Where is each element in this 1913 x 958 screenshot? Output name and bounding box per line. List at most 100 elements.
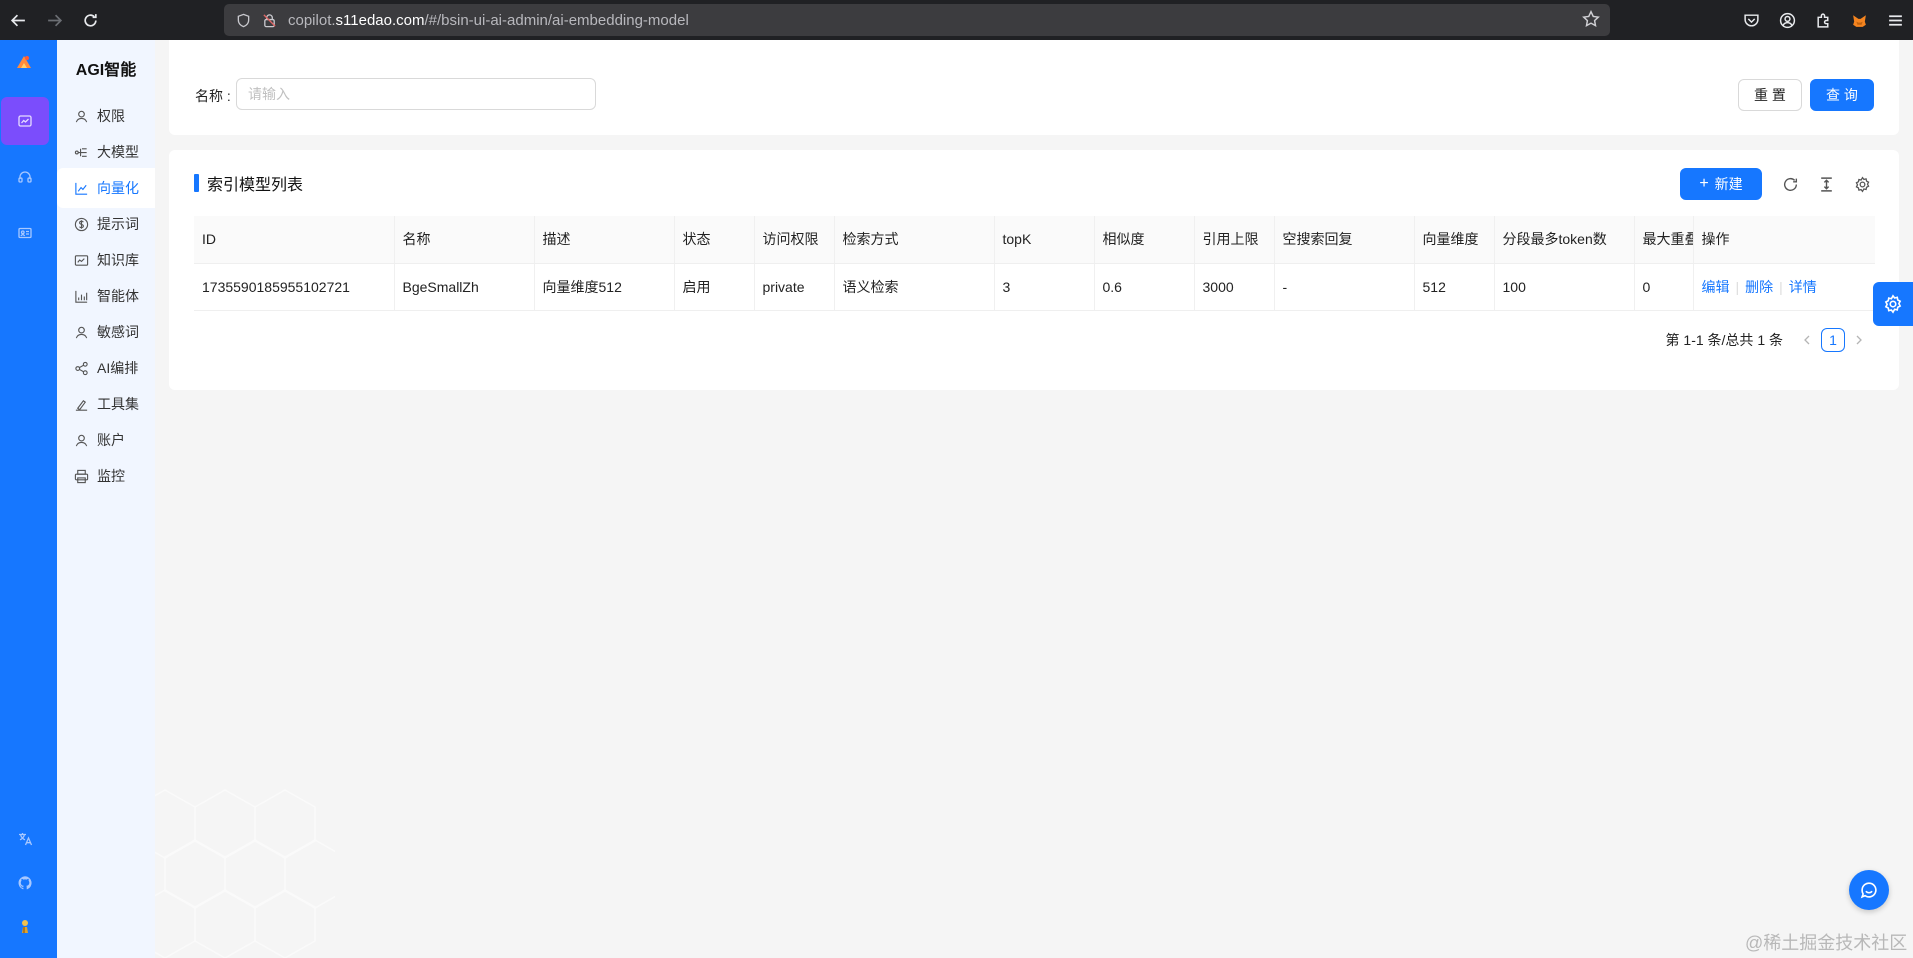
- query-button[interactable]: 查 询: [1810, 79, 1874, 111]
- cell-topk: 3: [994, 263, 1095, 311]
- user-avatar-icon[interactable]: [10, 911, 40, 941]
- column-header[interactable]: 相似度: [1094, 216, 1195, 264]
- menu-item-knowledge-base[interactable]: 知识库: [57, 240, 155, 280]
- rail-ai-icon[interactable]: [1, 97, 49, 145]
- cell-empty-reply: -: [1274, 263, 1415, 311]
- app-rail: [0, 40, 57, 958]
- cell-name: BgeSmallZh: [394, 263, 535, 311]
- cell-similarity: 0.6: [1094, 263, 1195, 311]
- translate-icon[interactable]: [10, 824, 40, 854]
- column-header[interactable]: 空搜索回复: [1274, 216, 1415, 264]
- table-row: 1735590185955102721 BgeSmallZh 向量维度512 启…: [194, 263, 1875, 311]
- menu-title: AGI智能: [75, 62, 137, 79]
- flow-icon: [73, 144, 89, 160]
- page-number[interactable]: 1: [1821, 328, 1845, 352]
- user-icon: [73, 108, 89, 124]
- share-icon: [73, 360, 89, 376]
- user-icon: [73, 432, 89, 448]
- url-text: copilot.s11edao.com/#/bsin-ui-ai-admin/a…: [288, 11, 689, 29]
- reset-button[interactable]: 重 置: [1738, 79, 1802, 111]
- cell-actions: 编辑 | 删除 | 详情: [1693, 263, 1875, 311]
- menu-item-agents[interactable]: 智能体: [57, 276, 155, 316]
- delete-link[interactable]: 删除: [1745, 279, 1773, 295]
- menu-item-ai-orchestration[interactable]: AI编排: [57, 348, 155, 388]
- column-header[interactable]: ID: [194, 216, 395, 264]
- cell-access: private: [754, 263, 835, 311]
- github-icon[interactable]: [10, 868, 40, 898]
- menu-item-embedding[interactable]: 向量化: [57, 168, 155, 208]
- cell-citation-limit: 3000: [1194, 263, 1275, 311]
- column-header[interactable]: 向量维度: [1414, 216, 1495, 264]
- detail-link[interactable]: 详情: [1789, 279, 1817, 295]
- title-accent-bar: [194, 174, 199, 192]
- back-arrow-icon[interactable]: [0, 0, 36, 40]
- prev-page-icon[interactable]: [1795, 328, 1819, 352]
- printer-icon: [73, 468, 89, 484]
- column-header: 操作: [1693, 216, 1875, 264]
- cell-id: 1735590185955102721: [194, 263, 395, 311]
- cell-dimension: 512: [1414, 263, 1495, 311]
- table-header-row: ID 名称 描述 状态 访问权限 检索方式 topK 相似度 引用上限 空搜索回…: [194, 216, 1875, 264]
- chat-support-icon[interactable]: [1849, 870, 1889, 910]
- next-page-icon[interactable]: [1847, 328, 1871, 352]
- menu-item-prompts[interactable]: 提示词: [57, 204, 155, 244]
- search-form: 名称 : 重 置 查 询: [169, 40, 1899, 135]
- menu-item-toolset[interactable]: 工具集: [57, 384, 155, 424]
- edit-link[interactable]: 编辑: [1702, 279, 1730, 295]
- extensions-icon[interactable]: [1805, 0, 1841, 40]
- menu-item-account[interactable]: 账户: [57, 420, 155, 460]
- forward-arrow-icon[interactable]: [36, 0, 72, 40]
- refresh-icon[interactable]: [1780, 174, 1800, 194]
- menu-item-permissions[interactable]: 权限: [57, 96, 155, 136]
- menu-item-monitor[interactable]: 监控: [57, 456, 155, 496]
- column-header[interactable]: 分段最多token数: [1494, 216, 1635, 264]
- settings-gear-icon[interactable]: [1852, 174, 1872, 194]
- column-header[interactable]: 访问权限: [754, 216, 835, 264]
- app-logo-icon[interactable]: [14, 52, 34, 72]
- column-header[interactable]: 描述: [534, 216, 675, 264]
- new-button[interactable]: + 新建: [1680, 168, 1762, 200]
- background-pattern: [155, 789, 335, 958]
- watermark: @稀土掘金技术社区: [1745, 933, 1908, 953]
- column-header[interactable]: 检索方式: [834, 216, 995, 264]
- hamburger-menu-icon[interactable]: [1877, 0, 1913, 40]
- name-search-input[interactable]: [236, 78, 596, 110]
- column-header[interactable]: 最大重叠token数: [1634, 216, 1694, 264]
- column-height-icon[interactable]: [1816, 174, 1836, 194]
- chart-icon: [73, 180, 89, 196]
- account-icon[interactable]: [1769, 0, 1805, 40]
- reload-icon[interactable]: [72, 0, 108, 40]
- user-icon: [73, 324, 89, 340]
- browser-toolbar: copilot.s11edao.com/#/bsin-ui-ai-admin/a…: [0, 0, 1913, 40]
- metamask-fox-icon[interactable]: [1841, 0, 1877, 40]
- cell-max-overlap-tokens: 0: [1634, 263, 1694, 311]
- book-icon: [73, 252, 89, 268]
- bar-chart-icon: [73, 288, 89, 304]
- shield-icon[interactable]: [232, 9, 254, 31]
- name-label: 名称 :: [195, 88, 231, 104]
- column-header[interactable]: topK: [994, 216, 1095, 264]
- cell-description: 向量维度512: [534, 263, 675, 311]
- dollar-icon: [73, 216, 89, 232]
- plus-icon: +: [1699, 175, 1709, 192]
- divider: |: [1735, 278, 1740, 295]
- tool-icon: [73, 396, 89, 412]
- menu-item-sensitive-words[interactable]: 敏感词: [57, 312, 155, 352]
- address-bar[interactable]: copilot.s11edao.com/#/bsin-ui-ai-admin/a…: [224, 4, 1610, 36]
- id-card-icon[interactable]: [10, 218, 40, 248]
- column-header[interactable]: 名称: [394, 216, 535, 264]
- theme-settings-gear-icon[interactable]: [1873, 282, 1913, 326]
- headset-icon[interactable]: [10, 162, 40, 192]
- bookmark-star-icon[interactable]: [1582, 9, 1600, 31]
- cell-max-chunk-tokens: 100: [1494, 263, 1635, 311]
- embedding-model-list: 索引模型列表 + 新建 ID 名称 描述 状态 访问权限 检索方式 topK 相…: [169, 150, 1899, 390]
- model-table: ID 名称 描述 状态 访问权限 检索方式 topK 相似度 引用上限 空搜索回…: [194, 216, 1875, 311]
- column-header[interactable]: 引用上限: [1194, 216, 1275, 264]
- column-header[interactable]: 状态: [674, 216, 755, 264]
- pocket-icon[interactable]: [1733, 0, 1769, 40]
- cell-retrieval-mode: 语义检索: [834, 263, 995, 311]
- menu-item-llm[interactable]: 大模型: [57, 132, 155, 172]
- divider: |: [1779, 278, 1783, 295]
- cell-status: 启用: [674, 263, 755, 311]
- lock-icon[interactable]: [258, 9, 280, 31]
